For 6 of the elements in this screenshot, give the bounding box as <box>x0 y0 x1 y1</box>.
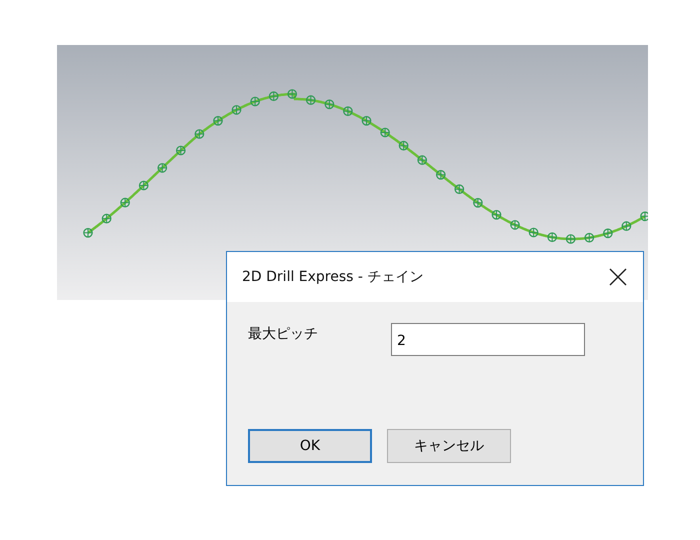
dialog-title: 2D Drill Express - チェイン <box>242 268 424 286</box>
ok-button[interactable]: OK <box>248 429 372 463</box>
cancel-button[interactable]: キャンセル <box>387 429 511 463</box>
input-field[interactable]: 2 <box>391 323 585 356</box>
close-icon[interactable] <box>609 268 627 286</box>
field-label: 最大ピッチ <box>248 325 319 343</box>
